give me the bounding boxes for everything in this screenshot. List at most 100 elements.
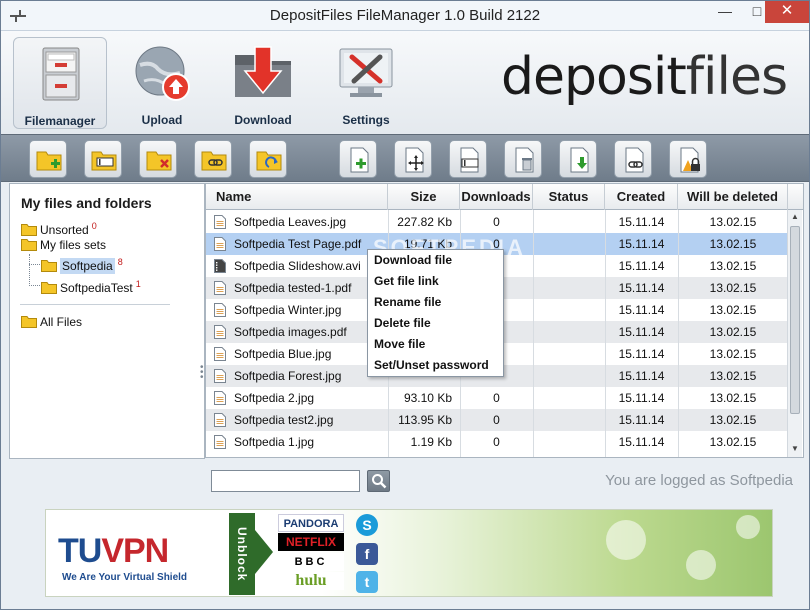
column-header-status[interactable]: Status [533,184,605,210]
context-menu: Download file Get file link Rename file … [367,249,504,377]
cell-name: Softpedia tested-1.pdf [206,277,388,299]
nav-settings[interactable]: Settings [319,37,413,129]
cell-name: Softpedia 1.jpg [206,431,388,453]
menu-item-rename-file[interactable]: Rename file [368,292,503,313]
tuvpn-logo-part1: TU [58,532,102,570]
cell-status [533,233,605,255]
cell-created: 15.11.14 [618,413,665,427]
nav-download[interactable]: Download [216,37,310,129]
logo-part1: deposit [501,47,687,107]
scroll-up-arrow-icon[interactable]: ▲ [788,210,802,224]
move-file-button[interactable] [394,140,432,178]
nav-upload[interactable]: Upload [115,37,209,129]
file-name: Softpedia Leaves.jpg [234,215,347,229]
menu-item-delete-file[interactable]: Delete file [368,313,503,334]
rename-folder-button[interactable] [84,140,122,178]
panel-splitter[interactable]: • • • [200,363,204,383]
cell-name: Softpedia Leaves.jpg [206,211,388,233]
cell-will-be-deleted: 13.02.15 [709,413,757,427]
minimize-button[interactable]: — [709,1,741,23]
add-file-button[interactable] [339,140,377,178]
file-link-button[interactable] [614,140,652,178]
cell-status [533,277,605,299]
column-header-will-be-deleted[interactable]: Will be deleted [678,184,788,210]
folder-label: SoftpediaTest [60,281,133,295]
ad-banner[interactable]: TUVPN We Are Your Virtual Shield Unblock… [45,509,773,597]
column-divider [533,210,534,457]
nav-filemanager[interactable]: Filemanager [13,37,107,129]
table-row[interactable]: Softpedia 2.jpg 93.10 Kb 0 15.11.14 13.02.15 [206,387,788,409]
cell-name: Softpedia test2.jpg [206,409,388,431]
file-delete-icon [515,147,534,173]
menu-item-get-file-link[interactable]: Get file link [368,271,503,292]
download-file-button[interactable] [559,140,597,178]
folder-rename-icon [91,151,117,171]
table-scrollbar[interactable]: ▲ ▼ [787,210,802,457]
cell-created: 15.11.14 [618,347,665,361]
folder-softpediatest[interactable]: SoftpediaTest 1 [41,279,141,297]
cell-created: 15.11.14 [618,215,665,229]
new-folder-button[interactable] [29,140,67,178]
document-file-icon [214,215,226,229]
table-header: Name Size Downloads Status Created Will … [206,184,803,210]
cell-name: Softpedia Test Page.pdf [206,233,388,255]
folder-icon [21,316,37,328]
folder-link-icon [201,151,227,171]
scroll-down-arrow-icon[interactable]: ▼ [788,442,802,456]
document-file-icon [214,281,226,295]
folder-softpedia[interactable]: Softpedia 8 [41,257,123,275]
document-file-icon [214,391,226,405]
file-name: Softpedia tested-1.pdf [234,281,352,295]
folder-count-badge: 1 [135,279,141,289]
menu-item-download-file[interactable]: Download file [368,250,503,271]
menu-item-set-unset-password[interactable]: Set/Unset password [368,355,503,376]
panel-divider [20,304,170,305]
document-file-icon [214,413,226,427]
folder-count-badge: 8 [117,257,123,267]
file-download-icon [570,147,589,173]
cell-downloads: 0 [493,215,500,229]
cell-will-be-deleted: 13.02.15 [709,281,757,295]
delete-file-button[interactable] [504,140,542,178]
folders-panel: My files and folders Unsorted 0 My files … [9,183,205,459]
rename-file-button[interactable] [449,140,487,178]
cell-will-be-deleted: 13.02.15 [709,369,757,383]
delete-folder-button[interactable] [139,140,177,178]
table-row[interactable]: Softpedia 1.jpg 1.19 Kb 0 15.11.14 13.02.15 [206,431,788,453]
cabinet-icon [42,47,80,101]
cell-name: Softpedia 2.jpg [206,387,388,409]
ad-tagline: We Are Your Virtual Shield [62,572,188,583]
column-header-created[interactable]: Created [605,184,678,210]
cell-name: Softpedia Winter.jpg [206,299,388,321]
settings-tools-icon [339,48,393,97]
folder-all-files[interactable]: All Files [21,315,82,333]
cell-status [533,299,605,321]
scrollbar-thumb[interactable] [790,226,800,414]
document-file-icon [214,303,226,317]
cell-will-be-deleted: 13.02.15 [709,215,757,229]
main-nav: Filemanager Upload Download Settings dep… [1,31,809,134]
column-header-downloads[interactable]: Downloads [460,184,533,210]
column-header-name[interactable]: Name [206,184,388,210]
refresh-folder-button[interactable] [249,140,287,178]
file-name: Softpedia images.pdf [234,325,347,339]
table-row[interactable]: Softpedia Leaves.jpg 227.82 Kb 0 15.11.14 13… [206,211,788,233]
folder-refresh-icon [256,151,282,171]
table-row[interactable]: Softpedia test2.jpg 113.95 Kb 0 15.11.14 13.… [206,409,788,431]
folder-link-button[interactable] [194,140,232,178]
search-button[interactable] [367,470,390,492]
folder-my-files-sets[interactable]: My files sets [21,238,106,256]
close-button[interactable]: ✕ [765,1,809,23]
folder-unsorted[interactable]: Unsorted 0 [21,221,97,239]
menu-item-move-file[interactable]: Move file [368,334,503,355]
column-header-size[interactable]: Size [388,184,460,210]
cell-name: Softpedia Blue.jpg [206,343,388,365]
search-icon [372,474,387,489]
file-name: Softpedia test2.jpg [234,413,334,427]
search-input[interactable] [211,470,360,492]
toolbar [1,134,809,182]
file-password-button[interactable] [669,140,707,178]
ad-flower-decoration [606,520,646,560]
cell-name: Softpedia Forest.jpg [206,365,388,387]
file-name: Softpedia Blue.jpg [234,347,332,361]
